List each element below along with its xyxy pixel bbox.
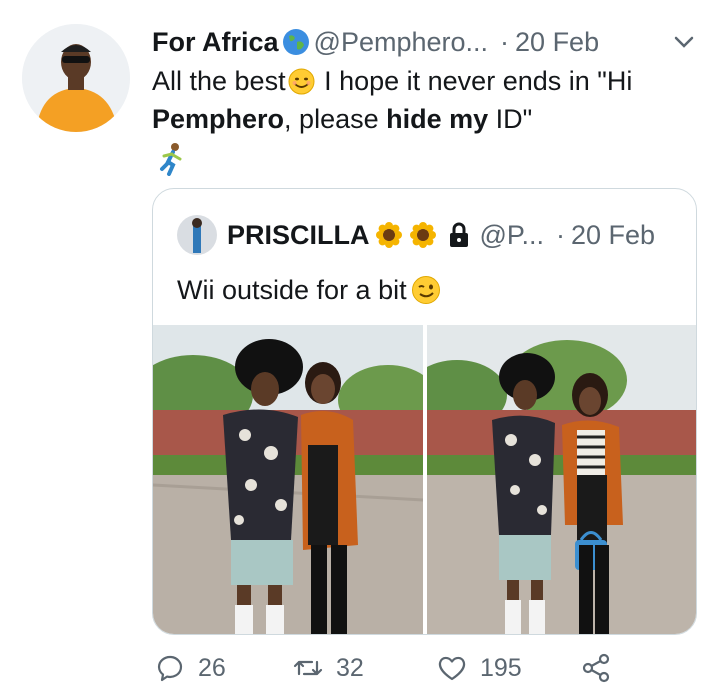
photo-right[interactable] bbox=[427, 325, 696, 634]
photo-left[interactable] bbox=[153, 325, 423, 634]
share-button[interactable] bbox=[580, 648, 624, 688]
sunflower-icon bbox=[375, 222, 402, 248]
author-avatar[interactable] bbox=[22, 24, 130, 132]
chevron-down-icon[interactable] bbox=[671, 29, 697, 55]
retweet-count: 32 bbox=[336, 653, 364, 682]
like-count: 195 bbox=[480, 653, 522, 682]
separator-dot: · bbox=[555, 219, 565, 250]
author-name[interactable]: For Africa bbox=[152, 27, 279, 58]
quoted-date[interactable]: 20 Feb bbox=[571, 220, 655, 251]
heart-icon bbox=[438, 656, 466, 681]
tweet-header: For Africa @Pemphero... · 20 Feb bbox=[152, 24, 697, 60]
lock-icon bbox=[449, 222, 468, 247]
separator-dot: · bbox=[500, 26, 510, 57]
quoted-avatar[interactable] bbox=[177, 215, 217, 255]
like-button[interactable]: 195 bbox=[436, 648, 522, 688]
reply-count: 26 bbox=[198, 653, 226, 682]
tweet-text-part: , please bbox=[284, 104, 387, 134]
globe-icon bbox=[282, 29, 309, 55]
reply-button[interactable]: 26 bbox=[154, 648, 226, 688]
tweet-text: All the best I hope it never ends in "Hi… bbox=[152, 62, 697, 138]
tweet-text-part: I hope it never ends in "Hi bbox=[316, 66, 633, 96]
winking-face-icon bbox=[411, 276, 440, 304]
quoted-text: Wii outside for a bit bbox=[177, 275, 441, 306]
quoted-tweet[interactable]: PRISCILLA @P... · 20 Feb Wii outside for… bbox=[152, 188, 697, 635]
share-icon bbox=[582, 653, 610, 683]
quoted-author-name[interactable]: PRISCILLA bbox=[227, 220, 370, 251]
person-running-icon bbox=[160, 143, 182, 176]
tweet-text-part: ID" bbox=[488, 104, 533, 134]
tweet-date[interactable]: 20 Feb bbox=[515, 27, 599, 58]
retweet-button[interactable]: 32 bbox=[292, 648, 364, 688]
quoted-text-content: Wii outside for a bit bbox=[177, 275, 407, 305]
tweet-actions: 26 32 195 bbox=[152, 648, 712, 688]
sunflower-icon bbox=[409, 222, 436, 248]
mention-text: Pemphero bbox=[152, 104, 285, 134]
quoted-handle[interactable]: @P... bbox=[480, 220, 544, 251]
tweet-text-part: All the best bbox=[152, 66, 286, 96]
retweet-icon bbox=[293, 660, 323, 676]
author-handle[interactable]: @Pemphero... bbox=[314, 27, 489, 58]
quoted-header: PRISCILLA @P... · 20 Feb bbox=[177, 213, 676, 257]
reply-icon bbox=[157, 655, 183, 682]
bold-text: hide my bbox=[386, 104, 489, 134]
smiling-face-icon bbox=[288, 68, 315, 95]
